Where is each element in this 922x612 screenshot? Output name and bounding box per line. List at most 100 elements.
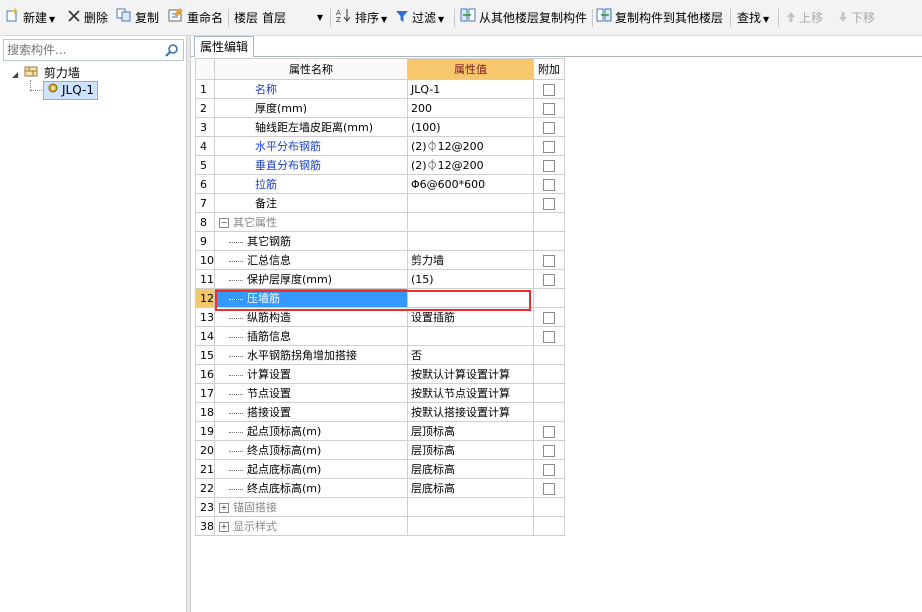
copy-to-other-floor-button[interactable]: 复制构件到其他楼层 (596, 0, 723, 36)
table-row[interactable]: 21 起点底标高(m) 层底标高 (195, 459, 565, 479)
move-down-button[interactable]: 下移 (838, 0, 875, 36)
property-name[interactable]: + 显示样式 (214, 516, 408, 536)
property-value[interactable]: (15) (407, 269, 534, 289)
property-name[interactable]: 纵筋构造 (214, 307, 408, 327)
property-value[interactable]: (2)⏀12@200 (407, 136, 534, 156)
table-row[interactable]: 18 搭接设置 按默认搭接设置计算 (195, 402, 565, 422)
property-value[interactable]: 200 (407, 98, 534, 118)
property-value[interactable] (407, 193, 534, 213)
filter-button[interactable]: 过滤 ▼ (395, 0, 444, 36)
property-value[interactable] (407, 516, 534, 536)
table-row[interactable]: 38 + 显示样式 (195, 516, 565, 536)
table-row[interactable]: 19 起点顶标高(m) 层顶标高 (195, 421, 565, 441)
property-value[interactable]: 层顶标高 (407, 421, 534, 441)
property-name[interactable]: 计算设置 (214, 364, 408, 384)
rename-button[interactable]: 重命名 (168, 0, 223, 36)
property-value[interactable] (407, 497, 534, 517)
property-value[interactable]: 否 (407, 345, 534, 365)
property-name[interactable]: 水平分布钢筋 (214, 136, 408, 156)
property-name[interactable]: 搭接设置 (214, 402, 408, 422)
property-value[interactable] (407, 326, 534, 346)
property-value[interactable]: 按默认节点设置计算 (407, 383, 534, 403)
table-row[interactable]: 8− 其它属性 (195, 212, 565, 232)
property-name[interactable]: 插筋信息 (214, 326, 408, 346)
attach-checkbox[interactable] (543, 254, 555, 267)
attach-checkbox[interactable] (543, 482, 555, 495)
tab-property-edit[interactable]: 属性编辑 (194, 36, 254, 57)
property-value[interactable] (407, 212, 534, 232)
collapse-icon[interactable]: − (219, 218, 229, 228)
table-row[interactable]: 1 名称 JLQ-1 (195, 79, 565, 99)
property-name[interactable]: 汇总信息 (214, 250, 408, 270)
property-name[interactable]: 保护层厚度(mm) (214, 269, 408, 289)
property-name[interactable]: 名称 (214, 79, 408, 99)
floor-select[interactable]: 首层 ▼ (262, 9, 326, 27)
expand-icon[interactable]: + (219, 522, 229, 532)
property-name[interactable]: 轴线距左墙皮距离(mm) (214, 117, 408, 137)
table-row[interactable]: 16 计算设置 按默认计算设置计算 (195, 364, 565, 384)
property-value[interactable]: 层底标高 (407, 459, 534, 479)
table-row[interactable]: 12 压墙筋 (195, 288, 565, 308)
property-name[interactable]: 其它钢筋 (214, 231, 408, 251)
property-value[interactable]: 按默认计算设置计算 (407, 364, 534, 384)
property-name[interactable]: 垂直分布钢筋 (214, 155, 408, 175)
collapse-triangle-icon[interactable]: ◢ (12, 70, 18, 79)
table-row[interactable]: 17 节点设置 按默认节点设置计算 (195, 383, 565, 403)
attach-checkbox[interactable] (543, 178, 555, 191)
property-name[interactable]: 终点顶标高(m) (214, 440, 408, 460)
attach-checkbox[interactable] (543, 273, 555, 286)
new-button[interactable]: 新建 ▼ (4, 0, 55, 36)
delete-button[interactable]: 删除 (67, 0, 108, 36)
table-row[interactable]: 3 轴线距左墙皮距离(mm) (100) (195, 117, 565, 137)
attach-checkbox[interactable] (543, 311, 555, 324)
property-value[interactable]: 按默认搭接设置计算 (407, 402, 534, 422)
table-row[interactable]: 13 纵筋构造 设置插筋 (195, 307, 565, 327)
attach-checkbox[interactable] (543, 330, 555, 343)
attach-checkbox[interactable] (543, 444, 555, 457)
property-value[interactable]: Φ6@600*600 (407, 174, 534, 194)
property-name[interactable]: 水平钢筋拐角增加搭接 (214, 345, 408, 365)
property-value[interactable]: 剪力墙 (407, 250, 534, 270)
attach-checkbox[interactable] (543, 463, 555, 476)
property-name[interactable]: 厚度(mm) (214, 98, 408, 118)
attach-checkbox[interactable] (543, 140, 555, 153)
property-name[interactable]: + 锚固搭接 (214, 497, 408, 517)
table-row[interactable]: 10 汇总信息 剪力墙 (195, 250, 565, 270)
move-up-button[interactable]: 上移 (786, 0, 823, 36)
property-name[interactable]: − 其它属性 (214, 212, 408, 232)
attach-checkbox[interactable] (543, 159, 555, 172)
copy-button[interactable]: 复制 (116, 0, 159, 36)
property-name[interactable]: 起点底标高(m) (214, 459, 408, 479)
search-icon[interactable] (165, 43, 179, 60)
property-value[interactable]: JLQ-1 (407, 79, 534, 99)
search-input[interactable] (7, 42, 157, 58)
table-row[interactable]: 5 垂直分布钢筋 (2)⏀12@200 (195, 155, 565, 175)
property-value[interactable]: 层顶标高 (407, 440, 534, 460)
table-row[interactable]: 2 厚度(mm) 200 (195, 98, 565, 118)
attach-checkbox[interactable] (543, 102, 555, 115)
copy-from-other-floor-button[interactable]: 从其他楼层复制构件 (460, 0, 587, 36)
table-row[interactable]: 4 水平分布钢筋 (2)⏀12@200 (195, 136, 565, 156)
attach-checkbox[interactable] (543, 121, 555, 134)
attach-checkbox[interactable] (543, 83, 555, 96)
attach-checkbox[interactable] (543, 425, 555, 438)
attach-checkbox[interactable] (543, 197, 555, 210)
sort-button[interactable]: A Z 排序 ▼ (336, 0, 387, 36)
table-row[interactable]: 7 备注 (195, 193, 565, 213)
property-value[interactable]: (2)⏀12@200 (407, 155, 534, 175)
table-row[interactable]: 11 保护层厚度(mm) (15) (195, 269, 565, 289)
property-name[interactable]: 备注 (214, 193, 408, 213)
table-row[interactable]: 14 插筋信息 (195, 326, 565, 346)
property-name[interactable]: 节点设置 (214, 383, 408, 403)
property-name[interactable]: 终点底标高(m) (214, 478, 408, 498)
table-row[interactable]: 15 水平钢筋拐角增加搭接 否 (195, 345, 565, 365)
tree-node-jlq1[interactable]: JLQ-1 (43, 81, 98, 100)
property-name[interactable]: 压墙筋 (214, 288, 408, 308)
table-row[interactable]: 23 + 锚固搭接 (195, 497, 565, 517)
property-name[interactable]: 起点顶标高(m) (214, 421, 408, 441)
table-row[interactable]: 9 其它钢筋 (195, 231, 565, 251)
table-row[interactable]: 6 拉筋 Φ6@600*600 (195, 174, 565, 194)
table-row[interactable]: 20 终点顶标高(m) 层顶标高 (195, 440, 565, 460)
property-name[interactable]: 拉筋 (214, 174, 408, 194)
property-value[interactable]: 层底标高 (407, 478, 534, 498)
